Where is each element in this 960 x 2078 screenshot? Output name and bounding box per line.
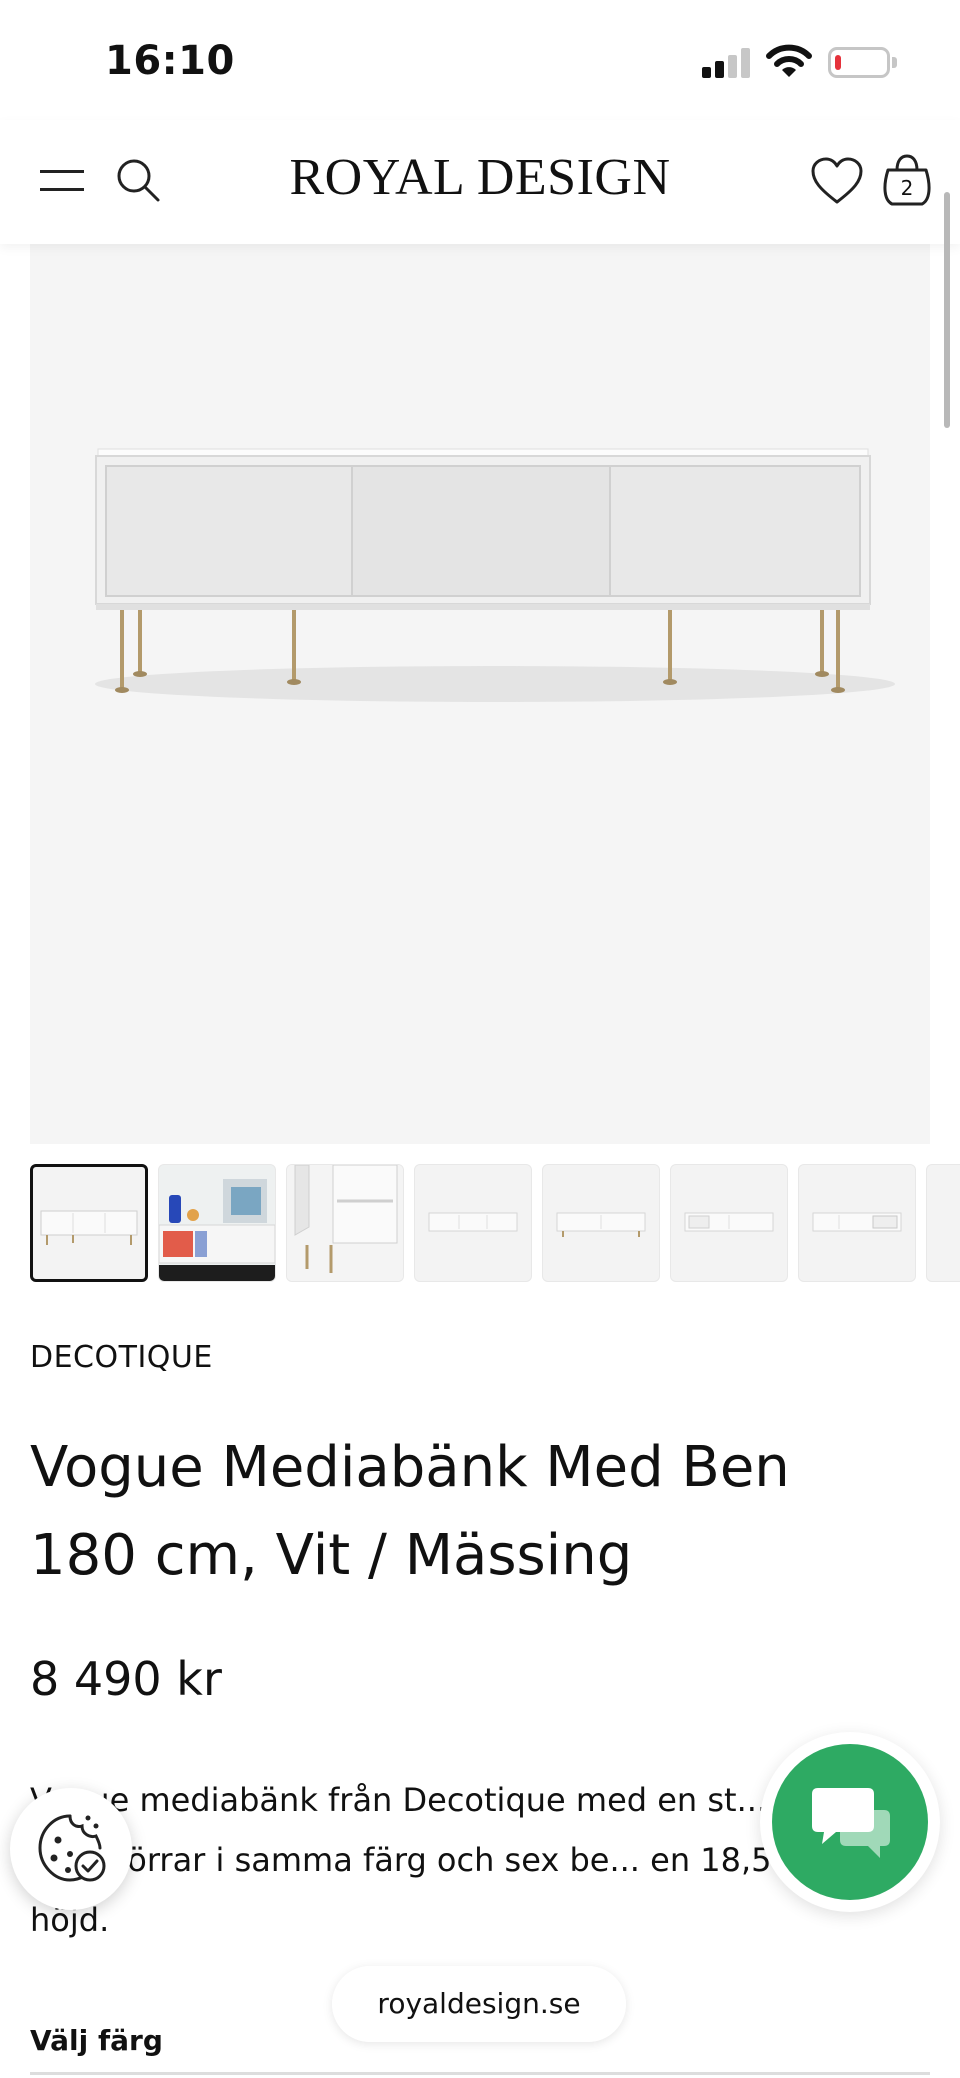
battery-icon: [828, 47, 890, 78]
thumbnail[interactable]: [158, 1164, 276, 1282]
battery-level: [835, 55, 841, 70]
cookie-settings-button[interactable]: [10, 1788, 132, 1910]
product-main-image[interactable]: [30, 244, 930, 1144]
thumbnail[interactable]: [670, 1164, 788, 1282]
site-header: ROYAL DESIGN 2: [0, 120, 960, 244]
status-bar: 16:10: [0, 0, 960, 120]
bag-icon[interactable]: 2: [882, 152, 932, 208]
status-time: 16:10: [105, 38, 235, 84]
page-scrollbar[interactable]: [944, 192, 950, 428]
product-title: Vogue Mediabänk Med Ben 180 cm, Vit / Mä…: [30, 1435, 790, 1588]
product-brand[interactable]: DECOTIQUE: [30, 1340, 213, 1375]
battery-cap: [892, 57, 897, 68]
heart-icon[interactable]: [810, 156, 864, 206]
cookie-icon: [38, 1814, 106, 1882]
cart-count: 2: [900, 176, 914, 200]
chat-icon: [812, 1788, 890, 1858]
site-logo[interactable]: ROYAL DESIGN: [280, 148, 680, 207]
chat-button[interactable]: [772, 1744, 928, 1900]
wifi-icon: [766, 44, 812, 77]
signal-icon: [702, 48, 750, 78]
search-icon[interactable]: [114, 156, 164, 206]
color-select[interactable]: [30, 2072, 930, 2075]
thumbnail[interactable]: [414, 1164, 532, 1282]
menu-icon[interactable]: [40, 166, 84, 196]
thumbnail[interactable]: [286, 1164, 404, 1282]
product-price: 8 490 kr: [30, 1652, 222, 1706]
url-bar[interactable]: royaldesign.se: [332, 1966, 626, 2042]
thumbnail[interactable]: 3: [926, 1164, 960, 1282]
thumbnail[interactable]: [798, 1164, 916, 1282]
thumbnail[interactable]: [30, 1164, 148, 1282]
thumbnail-strip: 3: [30, 1164, 960, 1282]
thumbnail[interactable]: [542, 1164, 660, 1282]
chat-launcher[interactable]: [760, 1732, 940, 1912]
color-select-label: Välj färg: [30, 2024, 163, 2057]
